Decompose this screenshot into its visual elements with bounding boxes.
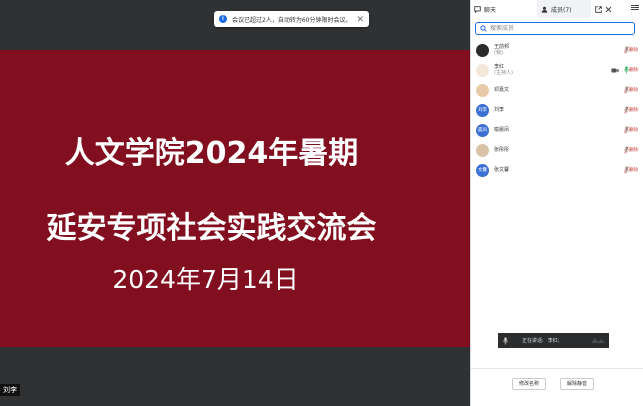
- member-role: (主持人): [494, 70, 513, 76]
- member-action-link[interactable]: 删除: [629, 87, 638, 93]
- member-status-icons: [608, 60, 629, 80]
- member-status-icons: [619, 120, 629, 140]
- member-action-link[interactable]: 删除: [629, 107, 638, 113]
- member-name-block: 张文馨: [494, 167, 509, 173]
- close-panel-icon[interactable]: [603, 4, 613, 14]
- meeting-limit-toast: i 会议已超过2人，自动转为60分钟限时会议。 ✕: [214, 11, 369, 27]
- member-search[interactable]: [475, 22, 635, 35]
- mic-icon: [503, 336, 508, 345]
- tab-members[interactable]: 成员(7): [537, 0, 591, 18]
- user-icon: [541, 6, 548, 13]
- member-row[interactable]: 李红 (主持人) 删除: [471, 60, 643, 80]
- member-action-link[interactable]: 删除: [629, 127, 638, 133]
- slide-title-line1: 人文学院2024年暑期: [64, 136, 359, 171]
- panel-tabs: 聊天 成员(7): [471, 0, 643, 18]
- member-row[interactable]: 王前邦 (我) 删除: [471, 40, 643, 60]
- menu-icon[interactable]: [631, 4, 639, 12]
- member-role: (我): [494, 50, 503, 56]
- member-row[interactable]: 邓嘉文 删除: [471, 80, 643, 100]
- popout-icon[interactable]: [593, 4, 603, 14]
- now-speaking-bar: 正在讲话: 李红;: [498, 333, 609, 348]
- camera-icon[interactable]: [611, 68, 619, 73]
- shared-slide: 人文学院2024年暑期 延安专项社会实践交流会 2024年7月14日: [0, 50, 471, 347]
- shared-screen-area: 人文学院2024年暑期 延安专项社会实践交流会 2024年7月14日 刘李 i …: [0, 0, 471, 406]
- member-name: 张彤彤: [494, 147, 510, 153]
- tab-actions: [593, 4, 613, 14]
- chat-icon: [474, 5, 481, 13]
- member-action-link[interactable]: 删除: [629, 47, 638, 53]
- tab-members-label: 成员(7): [551, 6, 572, 14]
- member-status-icons: [619, 140, 629, 160]
- member-status-icons: [619, 160, 629, 180]
- member-list: 王前邦 (我) 删除 李红 (主持人) 删除 邓嘉文 删除 刘李 刘李 删除 晨凤 喻晨凤 删除 张彤彤 删除…: [471, 40, 643, 180]
- member-name-block: 喻晨凤: [494, 127, 509, 133]
- avatar: 文馨: [476, 163, 489, 177]
- member-name-block: 邓嘉文: [494, 87, 509, 93]
- audio-wave-icon: [591, 338, 605, 343]
- member-name: 刘李: [494, 107, 505, 113]
- member-row[interactable]: 文馨 张文馨 删除: [471, 160, 643, 180]
- avatar: [476, 63, 489, 77]
- toast-message: 会议已超过2人，自动转为60分钟限时会议。: [232, 16, 352, 24]
- avatar: [476, 83, 489, 97]
- member-row[interactable]: 张彤彤 删除: [471, 140, 643, 160]
- members-panel: 聊天 成员(7) 搜索成员 王前邦 (我) 删除 李红 (主持人) 删除 邓嘉文…: [471, 0, 643, 406]
- member-name: 喻晨凤: [494, 127, 510, 133]
- close-icon[interactable]: ✕: [356, 14, 364, 25]
- member-name-block: 王前邦 (我): [494, 44, 509, 56]
- slide-date: 2024年7月14日: [112, 265, 299, 294]
- member-row[interactable]: 刘李 刘李 删除: [471, 100, 643, 120]
- rename-button[interactable]: 修改名称: [512, 378, 547, 390]
- avatar: [476, 143, 489, 157]
- member-name-block: 刘李: [494, 107, 504, 113]
- member-status-icons: [619, 40, 629, 60]
- tab-chat-label: 聊天: [484, 6, 497, 14]
- member-name-block: 张彤彤: [494, 147, 509, 153]
- member-action-link[interactable]: 删除: [629, 147, 638, 153]
- member-name: 张文馨: [494, 167, 510, 173]
- member-name-block: 李红 (主持人): [494, 64, 513, 76]
- member-status-icons: [619, 100, 629, 120]
- avatar: 刘李: [476, 103, 489, 117]
- member-status-icons: [619, 80, 629, 100]
- avatar: 晨凤: [476, 123, 489, 137]
- now-speaking-label: 正在讲话:: [522, 338, 544, 344]
- panel-footer: 修改名称 解除静音: [471, 368, 643, 406]
- member-name: 邓嘉文: [494, 87, 510, 93]
- info-icon: i: [219, 15, 227, 23]
- video-bottom-strip: [0, 347, 471, 406]
- member-search-input[interactable]: [490, 25, 630, 32]
- member-action-link[interactable]: 删除: [629, 167, 638, 173]
- search-icon: [480, 25, 487, 32]
- video-speaker-label: 刘李: [0, 384, 20, 396]
- unmute-all-button[interactable]: 解除静音: [560, 378, 595, 390]
- member-row[interactable]: 晨凤 喻晨凤 删除: [471, 120, 643, 140]
- slide-title-line2: 延安专项社会实践交流会: [46, 211, 377, 246]
- tab-chat[interactable]: 聊天: [471, 0, 537, 18]
- avatar: [476, 43, 489, 57]
- now-speaking-name: 李红;: [547, 338, 560, 344]
- member-action-link[interactable]: 删除: [629, 67, 638, 73]
